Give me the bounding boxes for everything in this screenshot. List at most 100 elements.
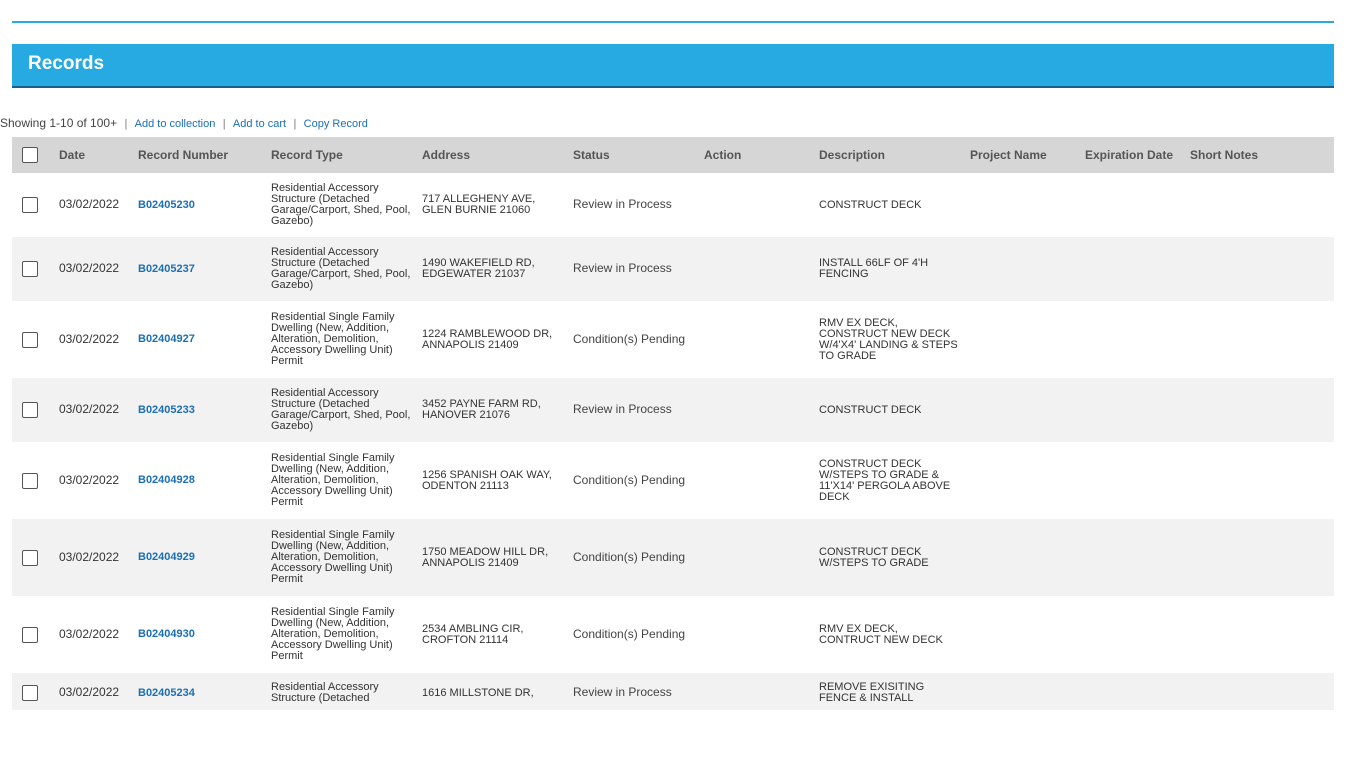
row-record-number[interactable]: B02405230: [138, 199, 195, 211]
column-header-description[interactable]: Description: [809, 137, 960, 173]
row-project-name-cell: [960, 673, 1075, 710]
row-date-cell: 03/02/2022: [49, 301, 128, 378]
row-select-cell: [12, 173, 49, 237]
records-toolbar: Showing 1-10 of 100+ | Add to collection…: [0, 116, 368, 132]
row-status: Condition(s) Pending: [573, 472, 686, 487]
row-address-cell: 1616 MILLSTONE DR,: [412, 673, 563, 710]
row-short-notes-cell: [1180, 301, 1334, 378]
row-record-type-cell: Residential Accessory Structure (Detache…: [261, 673, 412, 710]
row-status-cell: Condition(s) Pending: [563, 442, 694, 519]
row-record-number[interactable]: B02404929: [138, 551, 195, 563]
row-short-notes-cell: [1180, 596, 1334, 673]
select-all-checkbox[interactable]: [22, 147, 38, 163]
table-row: 03/02/2022 B02404929 Residential Single Fa…: [12, 519, 1334, 596]
row-project-name-cell: [960, 173, 1075, 237]
row-expiration-date-cell: [1075, 378, 1180, 442]
column-header-address[interactable]: Address: [412, 137, 563, 173]
column-header-status[interactable]: Status: [563, 137, 694, 173]
row-short-notes-cell: [1180, 173, 1334, 237]
row-project-name-cell: [960, 596, 1075, 673]
row-record-number[interactable]: B02404927: [138, 333, 195, 345]
row-date-cell: 03/02/2022: [49, 378, 128, 442]
row-address-cell: 1490 WAKEFIELD RD, EDGEWATER 21037: [412, 237, 563, 301]
column-header-action[interactable]: Action: [694, 137, 809, 173]
row-address: 1256 SPANISH OAK WAY, ODENTON 21113: [422, 468, 552, 492]
row-description-cell: CONSTRUCT DECK: [809, 378, 960, 442]
row-project-name-cell: [960, 378, 1075, 442]
row-action-cell: [694, 237, 809, 301]
row-select-cell: [12, 301, 49, 378]
row-description: RMV EX DECK, CONSTRUCT NEW DECK W/4'X4' …: [819, 316, 958, 362]
row-description: REMOVE EXISITING FENCE & INSTALL: [819, 681, 925, 704]
row-expiration-date-cell: [1075, 173, 1180, 237]
row-checkbox[interactable]: [22, 197, 38, 213]
row-record-number[interactable]: B02404930: [138, 628, 195, 640]
row-description-cell: REMOVE EXISITING FENCE & INSTALL: [809, 673, 960, 710]
row-status-cell: Condition(s) Pending: [563, 519, 694, 596]
row-expiration-date-cell: [1075, 673, 1180, 710]
row-checkbox[interactable]: [22, 549, 38, 566]
row-date-cell: 03/02/2022: [49, 442, 128, 519]
add-to-collection-link[interactable]: Add to collection: [135, 118, 216, 130]
toolbar-separator: |: [222, 118, 226, 130]
results-count: Showing 1-10 of 100+: [0, 116, 118, 130]
row-short-notes-cell: [1180, 378, 1334, 442]
row-date: 03/02/2022: [59, 261, 120, 275]
row-address-cell: 3452 PAYNE FARM RD, HANOVER 21076: [412, 378, 563, 442]
row-status: Review in Process: [573, 685, 672, 699]
row-description: CONSTRUCT DECK: [819, 198, 922, 211]
row-checkbox[interactable]: [22, 626, 38, 643]
row-record-type: Residential Accessory Structure (Detache…: [271, 681, 379, 704]
column-header-record-type[interactable]: Record Type: [261, 137, 412, 173]
row-record-number[interactable]: B02405237: [138, 263, 195, 275]
records-header-bar: Records: [12, 44, 1334, 88]
row-project-name-cell: [960, 237, 1075, 301]
row-address: 2534 AMBLING CIR, CROFTON 21114: [422, 622, 524, 646]
row-record-type-cell: Residential Accessory Structure (Detache…: [261, 173, 412, 237]
row-record-type: Residential Single Family Dwelling (New,…: [271, 606, 395, 662]
row-record-type-cell: Residential Single Family Dwelling (New,…: [261, 301, 412, 378]
row-date: 03/02/2022: [59, 402, 120, 416]
column-header-record-number[interactable]: Record Number: [128, 137, 261, 173]
row-status-cell: Review in Process: [563, 673, 694, 710]
row-record-type: Residential Accessory Structure (Detache…: [271, 387, 411, 432]
add-to-cart-link[interactable]: Add to cart: [233, 118, 286, 130]
row-checkbox[interactable]: [22, 472, 38, 489]
row-address: 1750 MEADOW HILL DR, ANNAPOLIS 21409: [422, 545, 549, 569]
row-address: 1224 RAMBLEWOOD DR, ANNAPOLIS 21409: [422, 327, 553, 351]
row-checkbox[interactable]: [22, 402, 38, 418]
column-header-short-notes[interactable]: Short Notes: [1180, 137, 1334, 173]
row-address: 1490 WAKEFIELD RD, EDGEWATER 21037: [422, 257, 535, 280]
row-record-number-cell: B02405237: [128, 237, 261, 301]
row-record-type-cell: Residential Accessory Structure (Detache…: [261, 237, 412, 301]
table-row: 03/02/2022 B02405230 Residential Accessory…: [12, 173, 1334, 237]
table-row: 03/02/2022 B02404930 Residential Single Fa…: [12, 596, 1334, 673]
row-record-type: Residential Single Family Dwelling (New,…: [271, 452, 395, 508]
row-checkbox[interactable]: [22, 261, 38, 277]
row-select-cell: [12, 442, 49, 519]
column-header-project-name[interactable]: Project Name: [960, 137, 1075, 173]
select-all-cell: [12, 137, 49, 173]
row-expiration-date-cell: [1075, 301, 1180, 378]
row-status-cell: Review in Process: [563, 237, 694, 301]
row-checkbox[interactable]: [22, 685, 38, 701]
row-expiration-date-cell: [1075, 442, 1180, 519]
row-record-number[interactable]: B02405234: [138, 687, 195, 699]
row-record-number[interactable]: B02404928: [138, 474, 195, 486]
row-address-cell: 1224 RAMBLEWOOD DR, ANNAPOLIS 21409: [412, 301, 563, 378]
row-record-number-cell: B02404929: [128, 519, 261, 596]
row-address-cell: 1256 SPANISH OAK WAY, ODENTON 21113: [412, 442, 563, 519]
row-action-cell: [694, 519, 809, 596]
column-header-expiration-date[interactable]: Expiration Date: [1075, 137, 1180, 173]
row-address-cell: 717 ALLEGHENY AVE, GLEN BURNIE 21060: [412, 173, 563, 237]
row-action-cell: [694, 596, 809, 673]
copy-record-link[interactable]: Copy Record: [304, 118, 368, 130]
table-header-row: Date Record Number Record Type Address S…: [12, 137, 1334, 173]
row-checkbox[interactable]: [22, 331, 38, 348]
row-record-type-cell: Residential Single Family Dwelling (New,…: [261, 442, 412, 519]
row-short-notes-cell: [1180, 519, 1334, 596]
column-header-date[interactable]: Date: [49, 137, 128, 173]
row-record-type-cell: Residential Single Family Dwelling (New,…: [261, 519, 412, 596]
row-date-cell: 03/02/2022: [49, 519, 128, 596]
row-record-number[interactable]: B02405233: [138, 404, 195, 416]
